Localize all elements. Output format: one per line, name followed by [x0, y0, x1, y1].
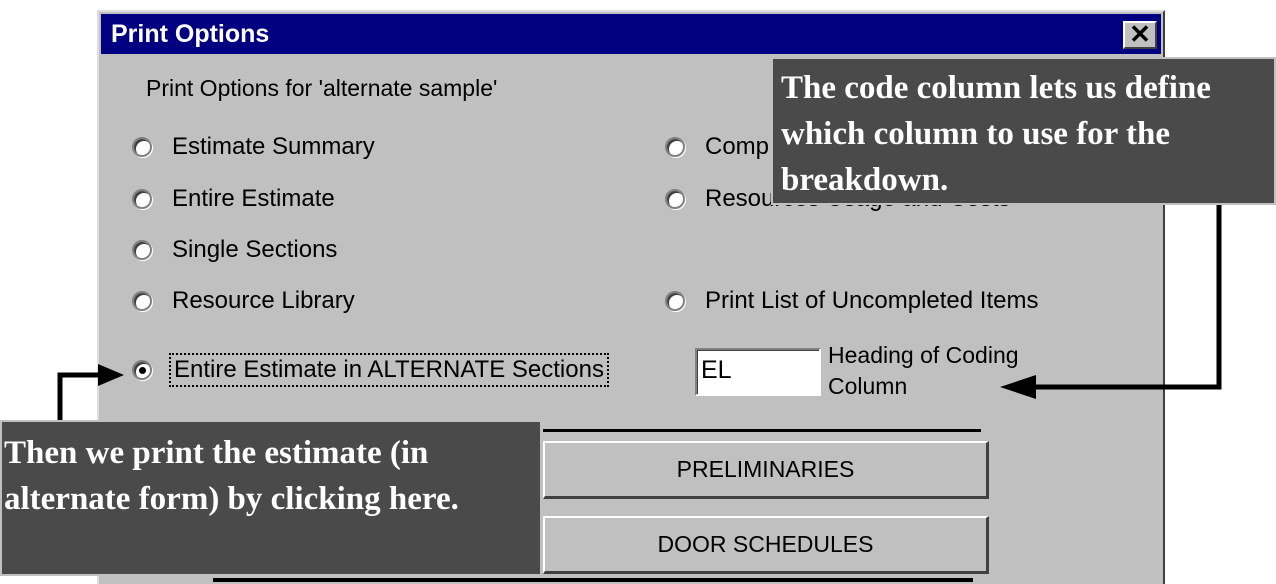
radio-button[interactable]	[132, 189, 152, 209]
radio-label: Print List of Uncompleted Items	[705, 287, 1039, 314]
annotation-print-estimate: Then we print the estimate (in alternate…	[0, 420, 542, 576]
radio-button[interactable]	[132, 240, 152, 260]
radio-label: Entire Estimate	[172, 185, 335, 212]
radio-label: Single Sections	[172, 236, 338, 263]
radio-label: Resource Library	[172, 287, 355, 314]
radio-button[interactable]	[665, 137, 685, 157]
coding-column-input[interactable]: EL	[695, 348, 821, 396]
separator	[543, 429, 981, 432]
close-button[interactable]: ✕	[1123, 21, 1157, 49]
radio-resource-library[interactable]: Resource Library	[132, 285, 355, 317]
separator	[213, 578, 973, 582]
radio-uncompleted-items[interactable]: Print List of Uncompleted Items	[665, 285, 1038, 317]
radio-label: Entire Estimate in ALTERNATE Sections	[169, 353, 609, 387]
dialog-subtitle: Print Options for 'alternate sample'	[146, 75, 498, 101]
preliminaries-button[interactable]: PRELIMINARIES	[543, 441, 989, 499]
radio-label: Estimate Summary	[172, 133, 375, 160]
door-schedules-button[interactable]: DOOR SCHEDULES	[543, 516, 989, 574]
radio-label: Comp	[705, 133, 770, 160]
radio-button-selected[interactable]	[132, 360, 152, 380]
radio-estimate-summary[interactable]: Estimate Summary	[132, 131, 375, 163]
arrow-to-radio	[57, 372, 100, 420]
coding-column-label: Heading of Coding Column	[828, 342, 1019, 399]
title-bar: Print Options ✕	[101, 14, 1161, 54]
radio-single-sections[interactable]: Single Sections	[132, 234, 337, 266]
radio-alternate-sections[interactable]: Entire Estimate in ALTERNATE Sections	[132, 353, 609, 387]
radio-button[interactable]	[665, 291, 685, 311]
annotation-code-column: The code column lets us define which col…	[771, 57, 1276, 205]
radio-comp[interactable]: Comp	[665, 131, 769, 163]
close-icon: ✕	[1129, 19, 1151, 49]
radio-button[interactable]	[132, 291, 152, 311]
radio-entire-estimate[interactable]: Entire Estimate	[132, 183, 335, 215]
window-title: Print Options	[111, 20, 270, 48]
radio-button[interactable]	[665, 189, 685, 209]
radio-button[interactable]	[132, 137, 152, 157]
